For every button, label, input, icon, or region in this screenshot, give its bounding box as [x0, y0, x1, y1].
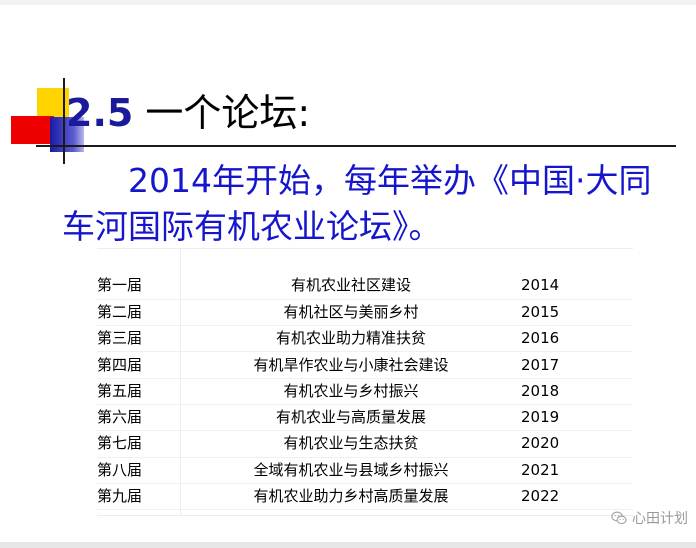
slide-body-text: 2014年开始，每年举办《中国·大同车河国际有机农业论坛》。 — [62, 161, 652, 246]
slide-title-number: 2.5 — [66, 91, 134, 135]
bottom-edge — [0, 542, 696, 548]
theme-cell: 有机农业与生态扶贫 — [283, 434, 419, 453]
decor-horizontal-line — [36, 145, 676, 147]
year-cell: 2016 — [521, 329, 560, 348]
session-cell: 第四届 — [97, 355, 143, 374]
table-row: 第五届 有机农业与乡村振兴 2018 — [97, 378, 633, 405]
year-cell: 2014 — [521, 276, 560, 295]
table-row: 第一届 有机农业社区建设 2014 — [97, 273, 633, 300]
theme-cell: 有机农业助力乡村高质量发展 — [253, 487, 449, 506]
year-cell: 2019 — [521, 408, 560, 427]
theme-cell: 有机农业与高质量发展 — [275, 408, 426, 427]
session-cell: 第二届 — [97, 302, 143, 321]
year-cell: 2015 — [521, 302, 560, 321]
table-row: 第八届 全域有机农业与县域乡村振兴 2021 — [97, 457, 633, 484]
session-cell: 第八届 — [97, 460, 143, 479]
watermark: 心田计划 — [610, 508, 688, 528]
theme-cell: 有机社区与美丽乡村 — [283, 302, 419, 321]
decor-vertical-line — [63, 78, 65, 164]
year-cell: 2017 — [521, 355, 560, 374]
session-cell: 第三届 — [97, 329, 143, 348]
session-cell: 第九届 — [97, 487, 143, 506]
watermark-text: 心田计划 — [632, 511, 688, 527]
theme-cell: 全域有机农业与县域乡村振兴 — [253, 460, 449, 479]
theme-cell: 有机农业社区建设 — [290, 276, 411, 295]
year-cell: 2018 — [521, 381, 560, 400]
table-row: 第三届 有机农业助力精准扶贫 2016 — [97, 326, 633, 352]
year-cell: 2020 — [521, 434, 560, 453]
slide-title-text: 一个论坛: — [133, 91, 311, 135]
table-row: 第六届 有机农业与高质量发展 2019 — [97, 404, 633, 431]
wechat-icon — [611, 511, 627, 525]
table-row: 第九届 有机农业助力乡村高质量发展 2022 — [97, 483, 633, 510]
top-edge — [0, 0, 696, 5]
slide: 2.5 一个论坛: 2014年开始，每年举办《中国·大同车河国际有机农业论坛》。… — [0, 0, 696, 548]
year-cell: 2022 — [521, 487, 560, 506]
theme-cell: 有机农业助力精准扶贫 — [275, 329, 426, 348]
session-cell: 第六届 — [97, 408, 143, 427]
table-row: 第七届 有机农业与生态扶贫 2020 — [97, 431, 633, 458]
session-cell: 第七届 — [97, 434, 143, 453]
table-row: 第四届 有机旱作农业与小康社会建设 2017 — [97, 352, 633, 379]
slide-title: 2.5 一个论坛: — [66, 87, 310, 139]
forum-table: 第一届 有机农业社区建设 2014 第二届 有机社区与美丽乡村 2015 第三届 有机农业助力… — [97, 273, 633, 510]
theme-cell: 有机农业与乡村振兴 — [283, 381, 419, 400]
session-cell: 第五届 — [97, 381, 143, 400]
theme-cell: 有机旱作农业与小康社会建设 — [253, 355, 449, 374]
session-cell: 第一届 — [97, 276, 143, 295]
table-row: 第二届 有机社区与美丽乡村 2015 — [97, 299, 633, 326]
decor-red-square — [11, 116, 54, 144]
forum-table-container: 第一届 有机农业社区建设 2014 第二届 有机社区与美丽乡村 2015 第三届 有机农业助力… — [97, 248, 633, 516]
year-cell: 2021 — [521, 460, 560, 479]
